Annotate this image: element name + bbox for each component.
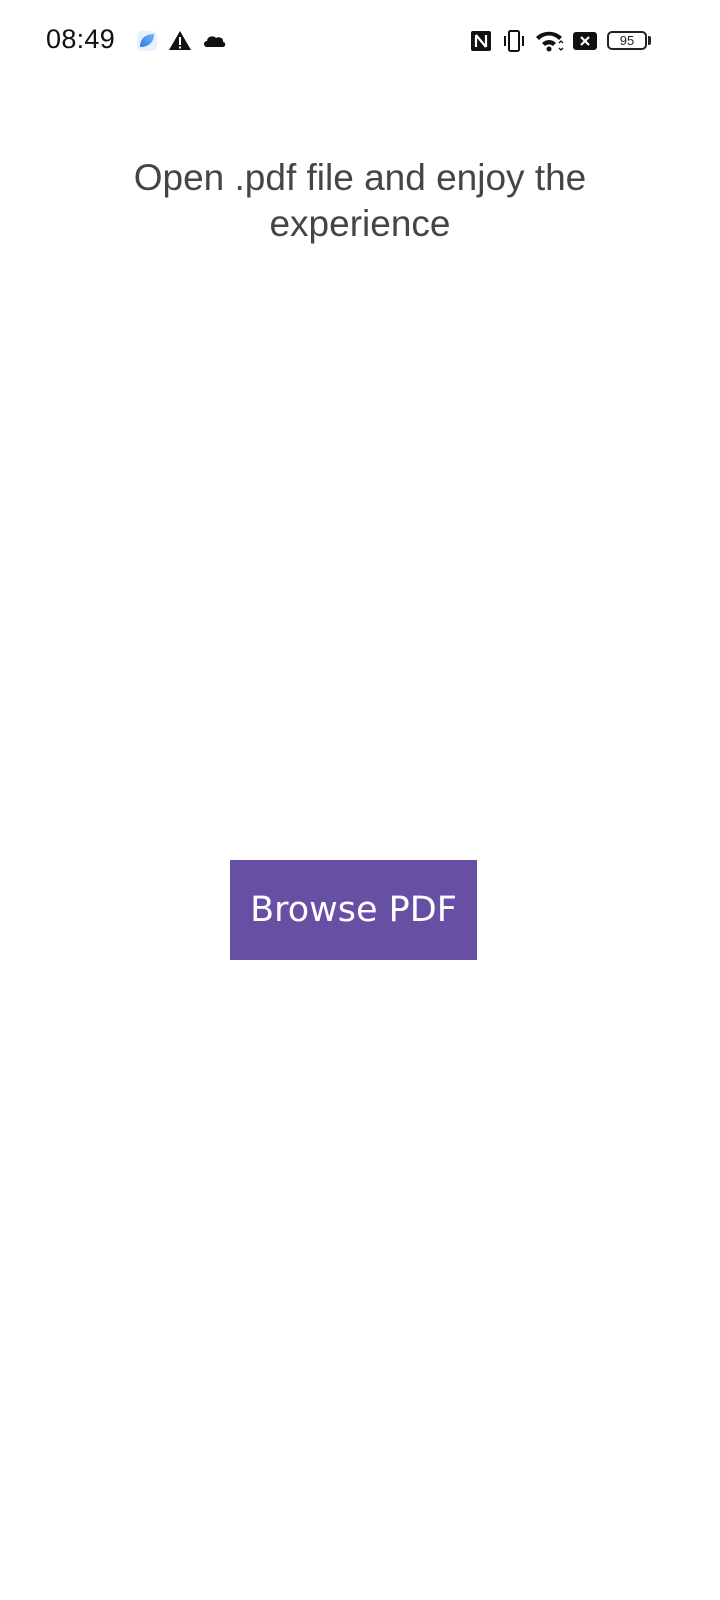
app-notification-icon bbox=[136, 28, 158, 54]
no-sim-icon bbox=[572, 28, 598, 54]
warning-icon bbox=[168, 28, 192, 54]
page-title: Open .pdf file and enjoy the experience bbox=[133, 157, 587, 244]
vibrate-icon bbox=[502, 28, 526, 54]
battery-tip bbox=[648, 36, 651, 45]
cloud-icon bbox=[201, 28, 227, 54]
status-bar: 08:49 95 bbox=[0, 0, 720, 80]
status-time: 08:49 bbox=[46, 24, 116, 54]
wifi-icon bbox=[534, 28, 564, 54]
browse-pdf-button[interactable]: Browse PDF bbox=[230, 860, 477, 960]
nfc-icon bbox=[470, 28, 492, 54]
battery-icon: 95 bbox=[607, 31, 647, 50]
